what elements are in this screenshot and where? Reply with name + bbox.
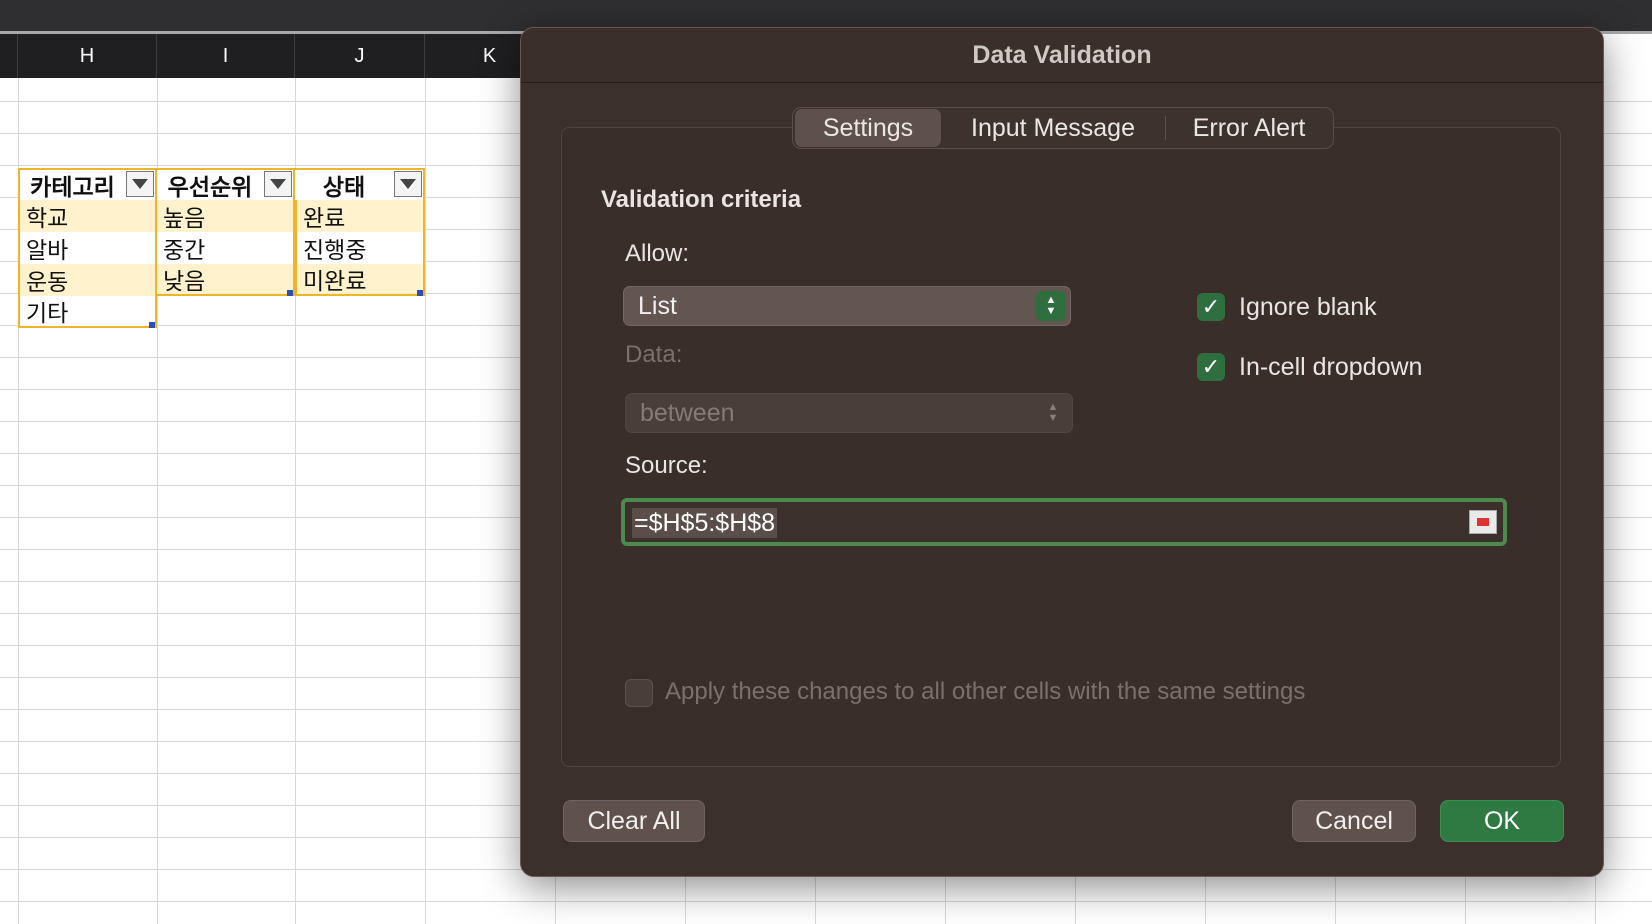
grid-line: [425, 78, 426, 924]
filter-dropdown-button[interactable]: [394, 171, 422, 197]
apply-all-checkbox[interactable]: [625, 679, 653, 707]
range-resize-handle[interactable]: [149, 322, 155, 328]
settings-panel: [561, 127, 1561, 767]
validation-criteria-heading: Validation criteria: [601, 186, 802, 213]
range-resize-handle[interactable]: [417, 290, 423, 296]
source-input[interactable]: =$H$5:$H$8: [621, 498, 1507, 546]
column-header-i[interactable]: I: [157, 34, 295, 78]
source-input-value: =$H$5:$H$8: [632, 508, 778, 538]
table-cell[interactable]: 완료: [295, 200, 425, 232]
table-cell[interactable]: 학교: [18, 200, 157, 232]
chevron-up-down-icon: ▲ ▼: [1047, 401, 1059, 424]
table-cell[interactable]: 낮음: [157, 264, 295, 296]
corner-header[interactable]: [0, 34, 18, 78]
filter-dropdown-button[interactable]: [126, 171, 154, 197]
checkmark-icon: ✓: [1201, 294, 1221, 319]
filter-dropdown-button[interactable]: [264, 171, 292, 197]
checkmark-icon: ✓: [1201, 354, 1221, 379]
data-validation-dialog: Data Validation Settings Input Message E…: [520, 27, 1604, 877]
table-cell[interactable]: 기타: [18, 296, 157, 328]
tab-settings[interactable]: Settings: [795, 109, 941, 147]
allow-label: Allow:: [625, 240, 690, 267]
dialog-tab-bar: Settings Input Message Error Alert: [792, 107, 1334, 149]
table-cell[interactable]: 운동: [18, 264, 157, 296]
table-cell[interactable]: 높음: [157, 200, 295, 232]
ignore-blank-label: Ignore blank: [1239, 293, 1377, 321]
allow-select-value: List: [638, 291, 677, 320]
clear-all-button[interactable]: Clear All: [563, 800, 705, 842]
source-label: Source:: [625, 452, 708, 479]
tab-error-alert[interactable]: Error Alert: [1166, 109, 1332, 147]
apply-all-label: Apply these changes to all other cells w…: [665, 678, 1306, 705]
in-cell-dropdown-checkbox[interactable]: ✓: [1197, 353, 1225, 381]
dialog-title: Data Validation: [521, 28, 1603, 83]
table-cell[interactable]: 알바: [18, 232, 157, 264]
column-header-j[interactable]: J: [295, 34, 425, 78]
cancel-button[interactable]: Cancel: [1292, 800, 1416, 842]
range-resize-handle[interactable]: [287, 290, 293, 296]
table-cell[interactable]: 중간: [157, 232, 295, 264]
table-cell[interactable]: 미완료: [295, 264, 425, 296]
table-cell[interactable]: 진행중: [295, 232, 425, 264]
chevron-up-down-icon: ▲ ▼: [1036, 291, 1066, 321]
ok-button[interactable]: OK: [1440, 800, 1564, 842]
range-select-icon[interactable]: [1469, 510, 1497, 534]
data-select-value: between: [640, 398, 735, 427]
tab-input-message[interactable]: Input Message: [941, 109, 1165, 147]
in-cell-dropdown-label: In-cell dropdown: [1239, 353, 1423, 381]
ignore-blank-checkbox[interactable]: ✓: [1197, 293, 1225, 321]
data-select: between ▲ ▼: [625, 393, 1073, 433]
allow-select[interactable]: List ▲ ▼: [623, 286, 1071, 326]
data-label: Data:: [625, 341, 683, 368]
column-header-h[interactable]: H: [18, 34, 157, 78]
